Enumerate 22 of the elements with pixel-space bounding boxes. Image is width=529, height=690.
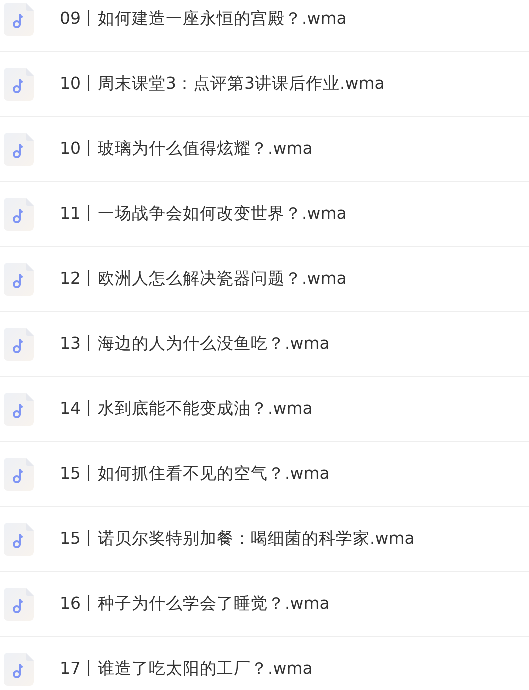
audio-file-icon — [4, 328, 34, 360]
file-name[interactable]: 09丨如何建造一座永恒的宫殿？.wma — [60, 8, 347, 30]
file-name[interactable]: 10丨玻璃为什么值得炫耀？.wma — [60, 138, 313, 160]
audio-file-icon — [4, 68, 34, 100]
audio-file-icon — [4, 262, 34, 296]
audio-file-icon — [4, 652, 34, 686]
file-name[interactable]: 12丨欧洲人怎么解决瓷器问题？.wma — [60, 268, 347, 290]
audio-file-icon — [4, 588, 34, 620]
audio-file-icon — [4, 458, 34, 490]
file-name[interactable]: 14丨水到底能不能变成油？.wma — [60, 398, 313, 420]
file-name[interactable]: 13丨海边的人为什么没鱼吃？.wma — [60, 333, 330, 355]
file-name[interactable]: 15丨诺贝尔奖特别加餐：喝细菌的科学家.wma — [60, 528, 415, 550]
file-name[interactable]: 16丨种子为什么学会了睡觉？.wma — [60, 593, 330, 615]
audio-file-icon — [4, 2, 34, 36]
file-name[interactable]: 17丨谁造了吃太阳的工厂？.wma — [60, 658, 313, 680]
file-name[interactable]: 11丨一场战争会如何改变世界？.wma — [60, 203, 347, 225]
audio-file-icon — [4, 132, 34, 166]
audio-file-icon — [4, 522, 34, 556]
audio-file-icon — [4, 392, 34, 426]
file-name[interactable]: 15丨如何抓住看不见的空气？.wma — [60, 463, 330, 485]
audio-file-icon — [4, 198, 34, 230]
file-name[interactable]: 10丨周末课堂3：点评第3讲课后作业.wma — [60, 73, 385, 95]
